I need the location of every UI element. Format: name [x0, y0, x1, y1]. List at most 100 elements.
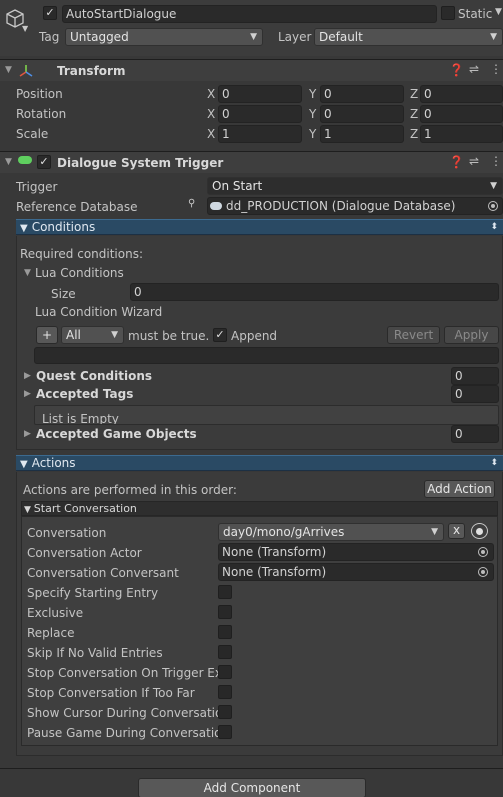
reference-database-field[interactable]: dd_PRODUCTION (Dialogue Database) — [207, 197, 503, 215]
pause-game-checkbox[interactable] — [218, 725, 232, 739]
exclusive-checkbox[interactable] — [218, 605, 232, 619]
object-name-field[interactable]: AutoStartDialogue — [62, 5, 437, 23]
conversation-conversant-label: Conversation Conversant — [27, 566, 179, 580]
apply-button[interactable]: Apply — [444, 326, 499, 344]
help-icon[interactable]: ❓ — [449, 63, 464, 77]
replace-checkbox[interactable] — [218, 625, 232, 639]
z-axis-label: Z — [410, 87, 419, 101]
toggle-label-replace: Replace — [27, 626, 75, 640]
accepted-tags-list: List is Empty — [34, 405, 499, 425]
conversation-value: day0/mono/gArrives — [223, 525, 345, 539]
toggle-label-skip-if-no-valid-entries: Skip If No Valid Entries — [27, 646, 163, 660]
dropdown-arrow-icon: ▼ — [490, 181, 497, 191]
rotation-z-field[interactable]: 0 — [420, 105, 503, 123]
stop-on-trigger-exit-checkbox[interactable] — [218, 665, 232, 679]
start-conversation-header[interactable]: ▼ Start Conversation — [21, 501, 498, 516]
conversation-actor-field[interactable]: None (Transform) — [218, 543, 494, 561]
active-checkbox[interactable]: ✓ — [43, 6, 57, 20]
foldout-arrow-icon[interactable]: ▼ — [5, 65, 12, 75]
context-menu-icon[interactable]: ⋮ — [490, 154, 502, 168]
all-dropdown[interactable]: All ▼ — [61, 326, 124, 344]
actions-performed-label: Actions are performed in this order: — [23, 483, 237, 497]
chevron-down-icon[interactable]: ▼ — [22, 24, 28, 33]
database-icon — [210, 202, 222, 210]
size-field[interactable]: 0 — [130, 283, 499, 301]
conditions-foldout[interactable]: ▼ Conditions ⬍ — [16, 219, 503, 235]
static-checkbox[interactable] — [441, 6, 455, 20]
scale-y-field[interactable]: 1 — [320, 125, 404, 143]
add-action-button[interactable]: Add Action — [424, 480, 495, 498]
position-z-field[interactable]: 0 — [420, 85, 503, 103]
z-axis-label: Z — [410, 127, 419, 141]
reference-database-label: Reference Database — [16, 200, 138, 214]
position-x-field[interactable]: 0 — [218, 85, 302, 103]
skip-if-no-valid-entries-checkbox[interactable] — [218, 645, 232, 659]
trigger-dropdown[interactable]: On Start ▼ — [207, 177, 503, 195]
toggle-label-specify-starting-entry: Specify Starting Entry — [27, 586, 159, 600]
append-checkbox[interactable]: ✓ — [213, 328, 227, 342]
presets-icon[interactable]: ⇌ — [469, 62, 479, 76]
foldout-arrow-icon[interactable]: ▼ — [5, 157, 12, 167]
layer-value: Default — [319, 30, 363, 44]
revert-button[interactable]: Revert — [387, 326, 440, 344]
context-menu-icon[interactable]: ⋮ — [490, 62, 502, 76]
quest-conditions-label: Quest Conditions — [36, 369, 153, 383]
accepted-game-objects-count[interactable]: 0 — [451, 425, 499, 443]
conversation-conversant-field[interactable]: None (Transform) — [218, 563, 494, 581]
transform-title: Transform — [57, 64, 126, 78]
foldout-arrow-icon[interactable]: ▼ — [24, 268, 31, 278]
foldout-arrow-icon[interactable]: ▶ — [24, 429, 31, 439]
stop-if-too-far-checkbox[interactable] — [218, 685, 232, 699]
tag-value: Untagged — [70, 30, 129, 44]
conversation-label: Conversation — [27, 526, 107, 540]
conversation-dropdown[interactable]: day0/mono/gArrives ▼ — [218, 523, 444, 541]
start-conversation-label: Start Conversation — [33, 502, 137, 515]
dialogue-system-trigger-header[interactable]: ▼ ✓ Dialogue System Trigger ❓ ⇌ ⋮ — [0, 151, 503, 173]
conditions-title: Conditions — [31, 220, 96, 234]
foldout-arrow-icon[interactable]: ▶ — [24, 371, 31, 381]
object-picker-icon[interactable] — [478, 567, 488, 577]
accepted-tags-count[interactable]: 0 — [451, 385, 499, 403]
presets-icon[interactable]: ⇌ — [469, 154, 479, 168]
search-icon[interactable]: ⚲ — [188, 198, 195, 209]
dropdown-arrow-icon: ▼ — [490, 32, 497, 42]
y-axis-label: Y — [309, 107, 317, 121]
tag-dropdown[interactable]: Untagged ▼ — [65, 28, 263, 46]
help-icon[interactable]: ❓ — [449, 155, 464, 169]
scale-x-field[interactable]: 1 — [218, 125, 302, 143]
accepted-tags-label: Accepted Tags — [36, 387, 134, 401]
static-dropdown-icon[interactable]: ▼ — [495, 7, 502, 17]
lua-condition-text-field[interactable] — [34, 347, 499, 364]
tag-label: Tag — [39, 30, 60, 44]
conversation-actor-label: Conversation Actor — [27, 546, 142, 560]
add-condition-button[interactable]: + — [36, 326, 58, 344]
transform-header[interactable]: ▼ Transform ❓ ⇌ ⋮ — [0, 59, 503, 81]
scale-z-field[interactable]: 1 — [420, 125, 503, 143]
foldout-arrow-icon: ▼ — [24, 505, 34, 515]
conversation-selector-icon[interactable] — [471, 523, 488, 539]
foldout-arrow-icon[interactable]: ▶ — [24, 389, 31, 399]
object-picker-icon[interactable] — [488, 201, 498, 211]
actions-foldout[interactable]: ▼ Actions ⬍ — [16, 455, 503, 471]
layer-label: Layer — [278, 30, 312, 44]
toggle-label-show-cursor: Show Cursor During Conversation — [27, 706, 230, 720]
add-component-button[interactable]: Add Component — [138, 778, 366, 797]
layer-dropdown[interactable]: Default ▼ — [314, 28, 503, 46]
position-y-field[interactable]: 0 — [320, 85, 404, 103]
reference-database-value: dd_PRODUCTION (Dialogue Database) — [226, 199, 456, 213]
show-cursor-checkbox[interactable] — [218, 705, 232, 719]
dropdown-arrow-icon: ▼ — [111, 330, 118, 340]
rotation-x-field[interactable]: 0 — [218, 105, 302, 123]
toggle-label-stop-if-too-far: Stop Conversation If Too Far — [27, 686, 195, 700]
foldout-arrow-icon: ▼ — [20, 223, 28, 234]
reorder-icon: ⬍ — [490, 458, 498, 468]
clear-conversation-button[interactable]: x — [448, 523, 465, 539]
quest-conditions-count[interactable]: 0 — [451, 367, 499, 385]
dialogue-trigger-icon — [18, 156, 32, 164]
specify-starting-entry-checkbox[interactable] — [218, 585, 232, 599]
object-picker-icon[interactable] — [478, 547, 488, 557]
toggle-label-pause-game: Pause Game During Conversation — [27, 726, 230, 740]
component-enabled-checkbox[interactable]: ✓ — [37, 155, 51, 169]
rotation-y-field[interactable]: 0 — [320, 105, 404, 123]
append-label: Append — [231, 329, 278, 343]
